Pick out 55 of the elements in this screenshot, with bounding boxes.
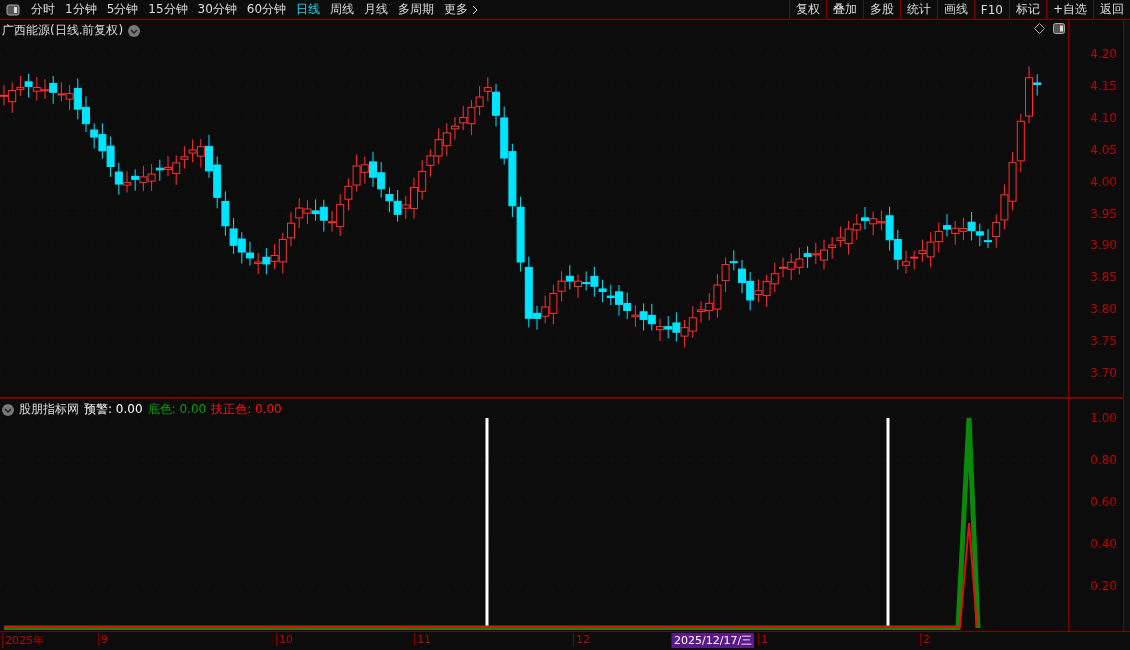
date-label: 1 [758,633,770,646]
toolbar-button[interactable]: 多股 [862,0,900,19]
toolbar-button[interactable]: F10 [973,0,1009,19]
dropdown-icon[interactable] [128,24,141,37]
axis-label: 0.20 [1090,579,1117,593]
chevron-right-icon [472,4,479,15]
date-label: 2 [920,633,932,646]
axis-label: 0.80 [1090,453,1117,467]
panel-toggle-icon[interactable] [1053,23,1065,34]
axis-label: 3.70 [1090,366,1117,380]
axis-label: 4.00 [1090,174,1117,189]
period-tab[interactable]: 1分钟 [60,0,102,19]
axis-label: 3.75 [1090,334,1117,349]
period-tab[interactable]: 5分钟 [101,0,144,19]
date-label: 12 [573,633,592,646]
period-tab[interactable]: 日线 [291,0,326,19]
chart-title: 广西能源(日线.前复权) [2,22,124,39]
period-tab[interactable]: 分时 [26,0,60,19]
axis-label: 0.60 [1090,495,1117,509]
indicator-name: 股朋指标网 [19,401,79,418]
axis-label: 4.20 [1090,47,1117,61]
date-label: 10 [276,633,295,646]
axis-label: 3.85 [1090,270,1117,285]
date-label: 2025/12/17/三 [671,633,755,648]
date-label: 9 [98,633,110,646]
axis-label: 3.80 [1090,302,1117,317]
axis-label: 0.40 [1090,537,1117,551]
period-tab[interactable]: 多周期 [393,0,440,19]
date-label: 2025年 [2,633,46,648]
axis-label: 4.10 [1090,110,1117,125]
toolbar-button[interactable]: 统计 [899,0,937,19]
period-tab[interactable]: 60分钟 [241,0,292,19]
indicator-value: 底色: 0.00 [147,401,207,418]
axis-label: 1.00 [1090,411,1117,425]
axis-label: 3.95 [1090,206,1117,221]
period-tab[interactable]: 30分钟 [192,0,242,19]
panel-toggle-icon[interactable] [6,3,20,16]
toolbar-button[interactable]: 叠加 [825,0,863,19]
axis-label: 4.15 [1090,78,1117,93]
toolbar-button[interactable]: 复权 [788,0,826,19]
diamond-icon[interactable] [1034,23,1045,34]
period-tab[interactable]: 更多 [439,0,484,19]
axis-label: 3.90 [1090,238,1117,253]
toolbar-button[interactable]: 返回 [1093,0,1130,19]
toolbar-button[interactable]: 标记 [1008,0,1046,19]
toolbar-button[interactable]: +自选 [1045,0,1093,19]
axis-label: 4.05 [1090,142,1117,157]
date-label: 11 [414,633,433,646]
indicator-value: 扶正色: 0.00 [211,401,282,418]
dropdown-icon[interactable] [2,403,14,416]
indicator-value: 预警: 0.00 [84,401,143,418]
period-tab[interactable]: 周线 [325,0,360,19]
toolbar-button[interactable]: 画线 [936,0,974,19]
period-tab[interactable]: 15分钟 [143,0,193,19]
period-tab[interactable]: 月线 [359,0,394,19]
